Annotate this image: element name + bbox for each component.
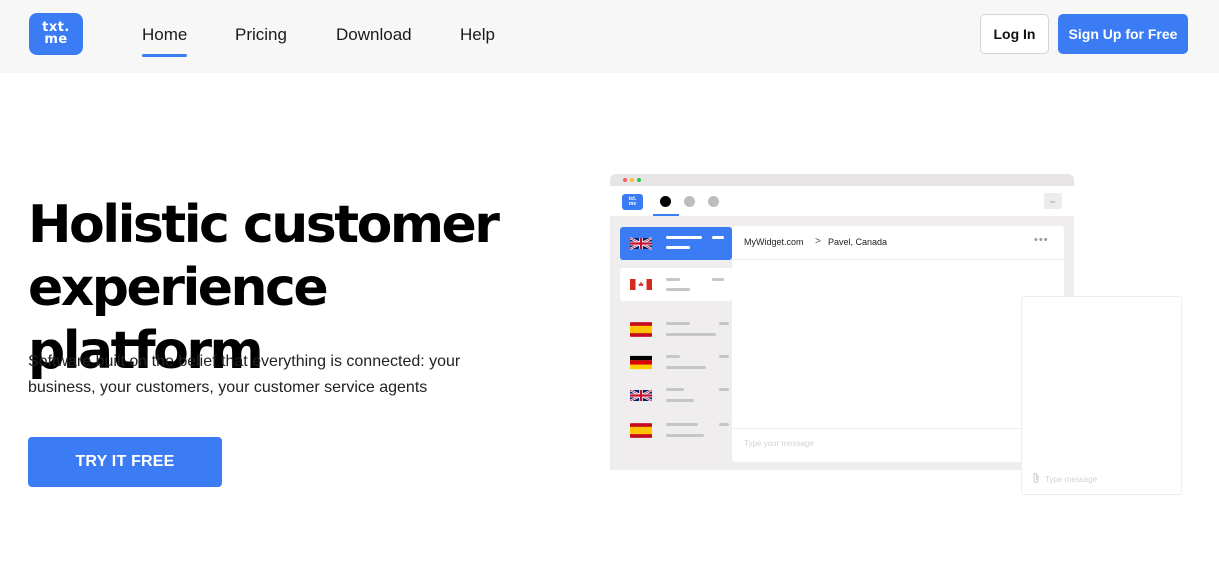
- tab-dot: [708, 196, 719, 207]
- contact-time-bar: [719, 423, 729, 426]
- hero-subtitle: Software built on the belief that everyt…: [28, 349, 498, 401]
- spain-flag-icon: [630, 322, 652, 337]
- chat-input: Type your message: [732, 428, 1064, 462]
- login-button[interactable]: Log In: [980, 14, 1049, 54]
- contact-name-bar: [666, 423, 698, 426]
- tab-underline: [653, 214, 679, 216]
- chat-input-placeholder: Type your message: [744, 439, 814, 448]
- contact-name-bar: [666, 236, 702, 239]
- contact-time-bar: [712, 236, 724, 239]
- contact-time-bar: [719, 322, 729, 325]
- hero-subtitle-line-2: business, your customers, your customer …: [28, 379, 428, 396]
- contact-name-bar: [666, 355, 680, 358]
- paperclip-icon: [1033, 472, 1039, 483]
- germany-flag-icon: [630, 355, 652, 370]
- signup-button[interactable]: Sign Up for Free: [1058, 14, 1188, 54]
- window-titlebar: [610, 174, 1074, 186]
- window-minimize-dot: [630, 178, 634, 182]
- contact-time-bar: [719, 355, 729, 358]
- logo-line-2: me: [44, 32, 68, 47]
- contact-name-bar: [666, 388, 684, 391]
- uk-flag-icon: [630, 237, 652, 250]
- uk-flag-icon: [630, 389, 652, 402]
- contact-text-bar: [666, 288, 690, 291]
- canada-flag-icon: [630, 279, 652, 290]
- spain-flag-icon: [630, 423, 652, 438]
- mini-logo: txt. me: [622, 194, 643, 210]
- agent-avatar: txt.: [1044, 193, 1062, 209]
- contact-item: [620, 227, 732, 260]
- widget-input-placeholder: Type message: [1045, 475, 1098, 484]
- contact-text-bar: [666, 333, 716, 336]
- hero-title-line-1: Holistic customer: [28, 195, 500, 255]
- chevron-right-icon: >: [815, 236, 821, 247]
- try-it-free-button[interactable]: TRY IT FREE: [28, 437, 222, 487]
- window-toolbar: txt. me txt.: [610, 186, 1074, 216]
- contact-time-bar: [719, 388, 729, 391]
- contact-text-bar: [666, 246, 690, 249]
- contact-name-bar: [666, 278, 680, 281]
- nav-home[interactable]: Home: [142, 25, 188, 57]
- window-maximize-dot: [637, 178, 641, 182]
- site-header: txt. me Home Pricing Download Help Log I…: [0, 0, 1219, 73]
- nav-help[interactable]: Help: [460, 25, 495, 57]
- contact-item: [620, 414, 732, 447]
- tab-dot: [684, 196, 695, 207]
- chat-header: MyWidget.com > Pavel, Canada •••: [732, 226, 1064, 260]
- contact-text-bar: [666, 434, 704, 437]
- hero-subtitle-line-1: Software built on the belief that everyt…: [28, 353, 461, 370]
- contact-item: [620, 379, 732, 412]
- window-close-dot: [623, 178, 627, 182]
- nav-pricing[interactable]: Pricing: [235, 25, 287, 57]
- chat-contact-name: Pavel, Canada: [828, 237, 888, 247]
- contact-item: [620, 346, 732, 379]
- nav-download[interactable]: Download: [336, 25, 412, 57]
- product-illustration: txt. me txt. MyWidget.com > Pavel, Canad…: [610, 174, 1074, 470]
- contact-item: [620, 313, 732, 346]
- contact-text-bar: [666, 399, 694, 402]
- more-options-icon: •••: [1034, 234, 1049, 246]
- txtme-logo[interactable]: txt. me: [29, 13, 83, 55]
- mini-logo-line-2: me: [628, 201, 637, 207]
- contact-item: [620, 268, 732, 301]
- tab-dot-active: [660, 196, 671, 207]
- chat-panel: MyWidget.com > Pavel, Canada ••• Type yo…: [732, 226, 1064, 462]
- contact-text-bar: [666, 366, 706, 369]
- contact-time-bar: [712, 278, 724, 281]
- chat-site-name: MyWidget.com: [744, 237, 804, 247]
- contact-name-bar: [666, 322, 690, 325]
- chat-widget-preview: Type message: [1021, 296, 1182, 495]
